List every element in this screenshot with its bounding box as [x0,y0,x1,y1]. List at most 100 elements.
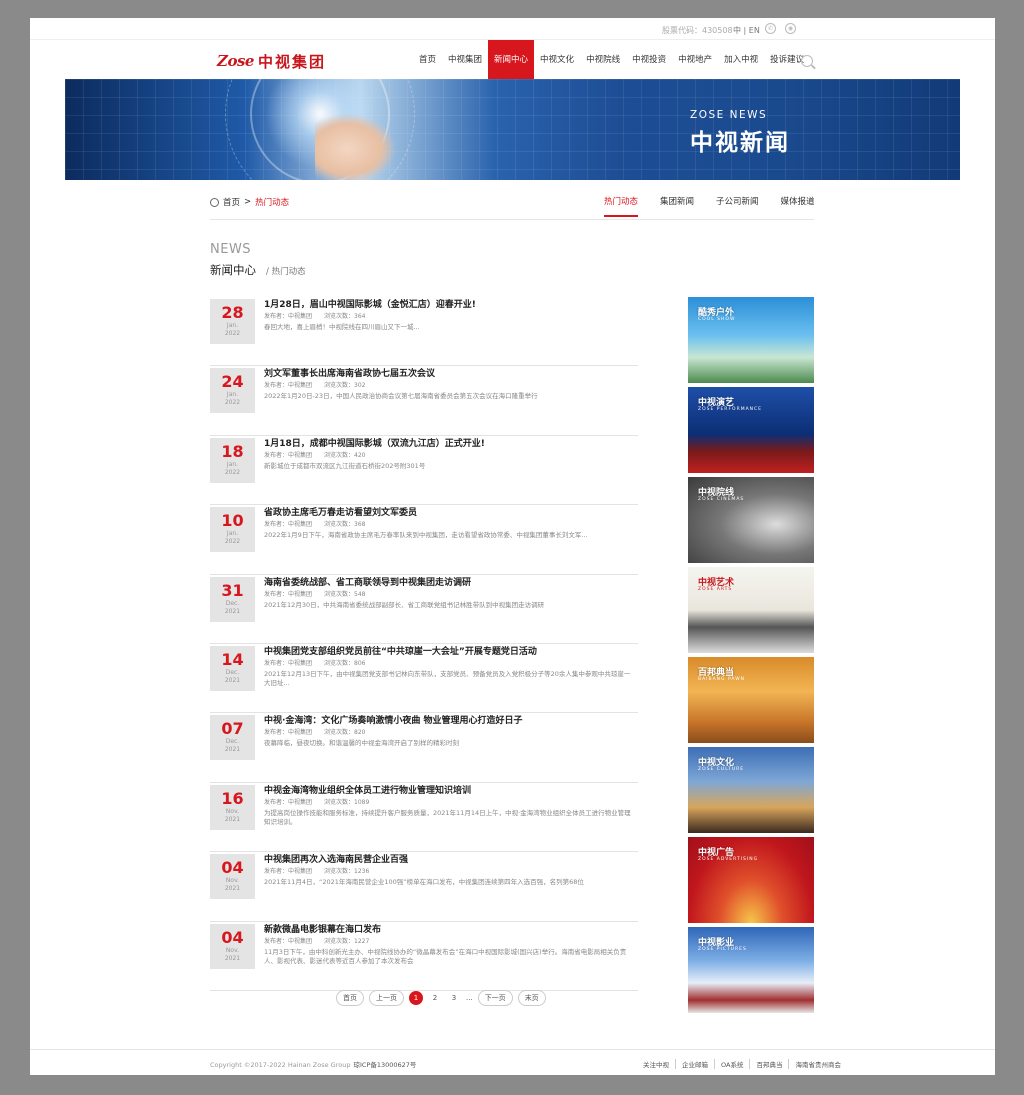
pager-prev-button[interactable]: 上一页 [369,990,404,1006]
footer-link-chamber[interactable]: 海南省贵州商会 [788,1059,847,1069]
nav-item-investment[interactable]: 中视投资 [626,40,672,80]
news-publisher: 发布者：中视集团 [264,729,313,737]
news-item[interactable]: 18 Jan. 2022 1月18日，成都中视国际影城（双流九江店）正式开业! … [210,436,638,506]
pager-first-button[interactable]: 首页 [336,990,364,1006]
news-views: 浏览次数：368 [324,521,366,529]
news-item[interactable]: 16 Nov. 2021 中视金海湾物业组织全体员工进行物业管理知识培训 发布者… [210,783,638,853]
language-switch[interactable]: 中 | EN [733,25,760,36]
tab-group-news[interactable]: 集团新闻 [660,195,694,217]
sub-tabs: 热门动态 集团新闻 子公司新闻 媒体报道 [604,195,837,217]
card-label-en: ZOSE PERFORMANCE [698,407,763,412]
date-badge: 14 Dec. 2021 [210,645,255,691]
nav-item-realestate[interactable]: 中视地产 [672,40,718,80]
news-summary: 新影城位于成都市双流区九江街道石桥街202号附301号 [264,461,426,470]
news-publisher: 发布者：中视集团 [264,798,313,806]
nav-item-home[interactable]: 首页 [413,40,442,80]
tab-subsidiary-news[interactable]: 子公司新闻 [716,195,759,217]
news-title[interactable]: 中视集团党支部组织党员前往“中共琼崖一大会址”开展专题党日活动 [264,646,636,658]
date-year: 2022 [224,538,241,546]
news-item[interactable]: 10 Jan. 2022 省政协主席毛万春走访看望刘文军委员 发布者：中视集团 浏… [210,505,638,575]
news-title[interactable]: 省政协主席毛万春走访看望刘文军委员 [264,507,636,519]
nav-item-cinemas[interactable]: 中视院线 [580,40,626,80]
news-title[interactable]: 新款微晶电影银幕在海口发布 [264,924,636,936]
footer-link-mail[interactable]: 企业邮箱 [675,1059,714,1069]
news-views: 浏览次数：364 [324,313,366,320]
section-title-cn: 新闻中心 [210,263,256,277]
breadcrumb-home[interactable]: 首页 [223,196,240,208]
footer-link-follow[interactable]: 关注中视 [637,1059,675,1069]
date-month: Jan. [226,460,239,468]
news-item[interactable]: 28 Jan. 2022 1月28日，眉山中视国际影城（金悦汇店）迎春开业! 发… [210,297,638,367]
news-views: 浏览次数：820 [324,729,366,737]
card-advertising[interactable]: 中视广告 ZOSE ADVERTISING [688,837,814,923]
footer-link-pawn[interactable]: 百邦典当 [749,1059,788,1069]
card-cool-show[interactable]: 酷秀户外 COOL SHOW [688,297,814,383]
date-month: Jan. [226,391,239,399]
card-culture[interactable]: 中视文化 ZOSE CULTURE [688,747,814,833]
nav-item-join[interactable]: 加入中视 [718,40,764,80]
nav-item-culture[interactable]: 中视文化 [534,40,580,80]
pager-page-1[interactable]: 1 [409,991,423,1005]
news-summary: 夜幕降临，昼夜切换。和谐温馨的中视金海湾开启了别样的精彩时刻 [264,739,459,748]
icp-link[interactable]: 琼ICP备13000627号 [353,1061,416,1069]
card-cinemas[interactable]: 中视院线 ZOSE CINEMAS [688,477,814,563]
news-meta: 发布者：中视集团 浏览次数：806 [264,660,636,668]
card-pictures[interactable]: 中视影业 ZOSE PICTURES [688,927,814,1013]
pager-page-3[interactable]: 3 [447,991,461,1005]
news-body: 中视集团再次入选海南民营企业百强 发布者：中视集团 浏览次数：1236 2021年… [264,854,636,887]
news-views: 浏览次数：302 [324,382,366,390]
news-item[interactable]: 04 Nov. 2021 中视集团再次入选海南民营企业百强 发布者：中视集团 浏览… [210,852,638,922]
pager-last-button[interactable]: 末页 [517,990,546,1006]
card-label-en: ZOSE CULTURE [698,767,745,772]
nav-item-news[interactable]: 新闻中心 [488,40,535,80]
news-meta: 发布者：中视集团 浏览次数：548 [264,591,636,599]
card-arts[interactable]: 中视艺术 ZOSE ARTS [688,567,814,653]
card-label-en: ZOSE PICTURES [698,947,747,952]
news-item[interactable]: 14 Dec. 2021 中视集团党支部组织党员前往“中共琼崖一大会址”开展专题… [210,644,638,714]
news-title[interactable]: 1月28日，眉山中视国际影城（金悦汇店）迎春开业! [264,299,636,311]
date-badge: 28 Jan. 2022 [210,299,255,344]
wechat-icon[interactable]: ✆ [765,23,776,34]
breadcrumb-current: 热门动态 [255,198,290,208]
news-title[interactable]: 海南省委统战部、省工商联领导到中视集团走访调研 [264,577,636,589]
news-item[interactable]: 24 Jan. 2022 刘文军董事长出席海南省政协七届五次会议 发布者：中视集… [210,366,638,436]
footer-link-oa[interactable]: OA系统 [714,1059,749,1069]
news-title[interactable]: 中视金海湾物业组织全体员工进行物业管理知识培训 [264,785,636,797]
news-views: 浏览次数：1236 [324,868,370,876]
news-publisher: 发布者：中视集团 [264,659,313,667]
news-title[interactable]: 中视集团再次入选海南民营企业百强 [264,854,636,866]
search-icon[interactable] [801,55,813,67]
date-month: Dec. [225,738,240,746]
date-day: 14 [221,649,244,669]
news-title[interactable]: 刘文军董事长出席海南省政协七届五次会议 [264,368,636,380]
news-meta: 发布者：中视集团 浏览次数：364 [264,313,636,321]
date-month: Dec. [225,599,240,607]
date-year: 2022 [224,399,241,407]
news-item[interactable]: 31 Dec. 2021 海南省委统战部、省工商联领导到中视集团走访调研 发布者… [210,575,638,644]
date-badge: 04 Nov. 2021 [210,923,255,969]
news-summary: 春回大地，喜上眉梢！中视院线在四川眉山又下一城... [264,323,420,331]
card-pawn[interactable]: 百邦典当 BAIBANG PAWN [688,657,814,743]
nav-item-group[interactable]: 中视集团 [442,40,488,80]
news-publisher: 发布者：中视集团 [264,382,313,390]
tab-media-reports[interactable]: 媒体报道 [781,195,815,217]
date-month: Jan. [226,322,239,329]
news-views: 浏览次数：548 [324,590,366,598]
weibo-icon[interactable]: ◉ [785,23,796,34]
news-body: 1月28日，眉山中视国际影城（金悦汇店）迎春开业! 发布者：中视集团 浏览次数：3… [264,299,636,332]
news-title[interactable]: 1月18日，成都中视国际影城（双流九江店）正式开业! [264,438,636,450]
main-nav: 首页 中视集团 新闻中心 中视文化 中视院线 中视投资 中视地产 加入中视 投诉… [413,40,810,80]
news-publisher: 发布者：中视集团 [264,868,313,876]
card-performance[interactable]: 中视演艺 ZOSE PERFORMANCE [688,387,814,473]
news-title[interactable]: 中视·金海湾：文化广场奏响激情小夜曲 物业管理用心打造好日子 [264,715,636,727]
news-item[interactable]: 04 Nov. 2021 新款微晶电影银幕在海口发布 发布者：中视集团 浏览次数：… [210,922,638,991]
tab-hot-news[interactable]: 热门动态 [604,195,639,217]
pager-page-2[interactable]: 2 [428,991,442,1005]
news-item[interactable]: 07 Dec. 2021 中视·金海湾：文化广场奏响激情小夜曲 物业管理用心打造… [210,713,638,783]
home-icon [210,197,219,207]
news-views: 浏览次数：806 [324,659,366,667]
card-label-en: ZOSE ARTS [698,587,733,592]
logo[interactable]: Zose 中视集团 [217,50,326,72]
news-summary: 11月3日下午，由中科创新光主办、中视院线协办的“微晶幕发布会”在海口中视国际影… [264,947,627,965]
pager-next-button[interactable]: 下一页 [477,990,513,1006]
